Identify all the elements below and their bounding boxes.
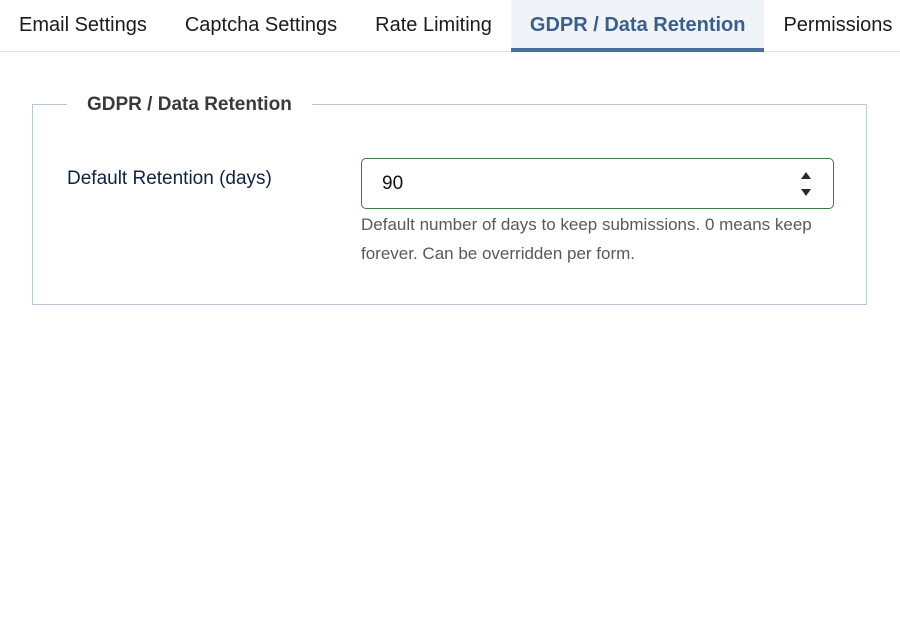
tab-label: Captcha Settings	[184, 14, 338, 36]
tab-label: Permissions	[783, 14, 893, 36]
fieldset-legend: GDPR / Data Retention	[67, 92, 312, 118]
retention-help-text: Default number of days to keep submissio…	[361, 215, 812, 263]
retention-days-value: 90	[382, 173, 404, 194]
tab-label: Email Settings	[19, 14, 147, 36]
retention-days-input[interactable]: 90	[361, 158, 834, 209]
tab-rate-limiting[interactable]: Rate Limiting	[356, 0, 511, 51]
tab-label: Rate Limiting	[375, 14, 492, 36]
tab-label: GDPR / Data Retention	[529, 14, 746, 36]
tab-email-settings[interactable]: Email Settings	[0, 0, 166, 51]
tab-permissions[interactable]: Permissions	[764, 0, 900, 51]
tab-gdpr-data-retention[interactable]: GDPR / Data Retention	[510, 0, 765, 52]
retention-days-label: Default Retention (days)	[67, 168, 272, 189]
caret-down-icon[interactable]	[799, 186, 813, 199]
number-spinner[interactable]	[799, 169, 813, 199]
tab-captcha-settings[interactable]: Captcha Settings	[166, 0, 356, 51]
settings-tabs: Email Settings Captcha Settings Rate Lim…	[0, 0, 900, 52]
caret-up-icon[interactable]	[799, 169, 813, 182]
gdpr-fieldset: GDPR / Data Retention Default Retention …	[32, 92, 867, 305]
